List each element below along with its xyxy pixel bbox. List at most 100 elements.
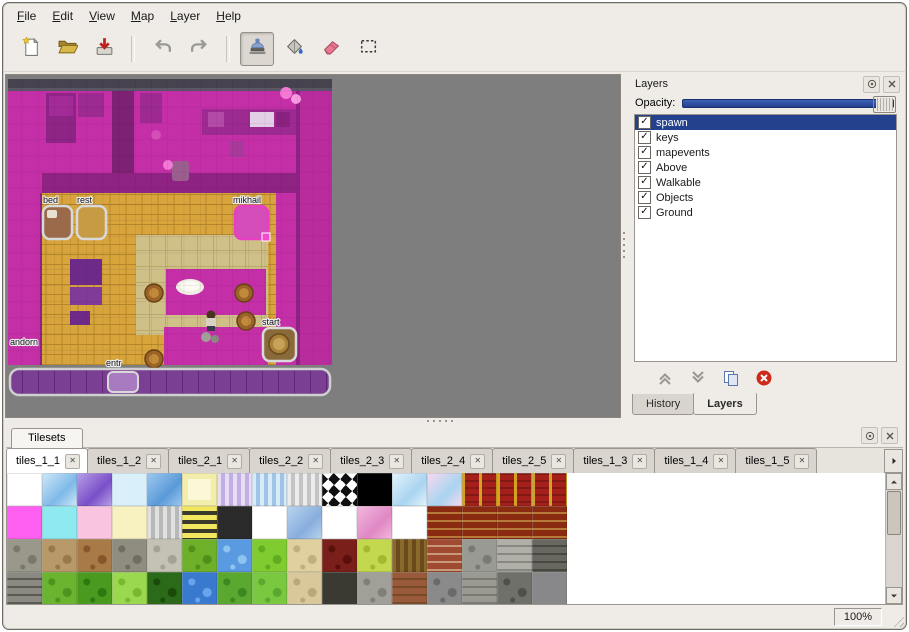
tab-layers[interactable]: Layers xyxy=(693,393,756,415)
map-object-entrance[interactable] xyxy=(108,372,138,392)
close-tab-icon[interactable]: ✕ xyxy=(308,454,323,469)
tile[interactable] xyxy=(532,572,567,604)
close-tab-icon[interactable]: ✕ xyxy=(632,454,647,469)
tile[interactable] xyxy=(392,572,427,604)
tile[interactable] xyxy=(392,473,427,506)
layer-row-mapevents[interactable]: ✓mapevents xyxy=(635,145,896,160)
tile[interactable] xyxy=(252,572,287,604)
map-canvas[interactable]: bed rest mikhail start andorn entr xyxy=(6,75,618,418)
close-tab-icon[interactable]: ✕ xyxy=(146,454,161,469)
tile[interactable] xyxy=(42,572,77,604)
tile[interactable] xyxy=(112,473,147,506)
tile[interactable] xyxy=(217,473,252,506)
tileset-tab-tiles_1_2[interactable]: tiles_1_2✕ xyxy=(87,448,169,473)
scrollbar-track[interactable] xyxy=(886,536,902,587)
lower-layer-button[interactable] xyxy=(688,368,708,388)
opacity-slider[interactable] xyxy=(682,96,896,109)
menu-help[interactable]: Help xyxy=(208,7,249,25)
tile[interactable] xyxy=(497,539,532,572)
tile[interactable] xyxy=(462,506,497,539)
tile[interactable] xyxy=(217,506,252,539)
tile[interactable] xyxy=(322,473,357,506)
vertical-splitter[interactable] xyxy=(621,74,627,418)
tileset-tab-tiles_2_4[interactable]: tiles_2_4✕ xyxy=(411,448,493,473)
layer-visible-checkbox[interactable]: ✓ xyxy=(638,176,651,189)
tile[interactable] xyxy=(42,539,77,572)
tile[interactable] xyxy=(532,473,567,506)
tile[interactable] xyxy=(217,539,252,572)
tileset-tab-tiles_2_5[interactable]: tiles_2_5✕ xyxy=(492,448,574,473)
tile[interactable] xyxy=(357,473,392,506)
tilesets-panel-title-tab[interactable]: Tilesets xyxy=(11,428,83,448)
detach-panel-icon[interactable] xyxy=(861,427,878,444)
layer-row-spawn[interactable]: ✓spawn xyxy=(635,115,896,130)
tile[interactable] xyxy=(462,572,497,604)
tile[interactable] xyxy=(252,506,287,539)
opacity-slider-handle[interactable] xyxy=(873,96,896,113)
layer-row-keys[interactable]: ✓keys xyxy=(635,130,896,145)
tile[interactable] xyxy=(182,506,217,539)
tile[interactable] xyxy=(7,572,42,604)
tile[interactable] xyxy=(287,473,322,506)
tile[interactable] xyxy=(322,572,357,604)
layer-row-above[interactable]: ✓Above xyxy=(635,160,896,175)
tileset-tab-tiles_2_2[interactable]: tiles_2_2✕ xyxy=(249,448,331,473)
tile[interactable] xyxy=(287,506,322,539)
delete-layer-button[interactable] xyxy=(754,368,774,388)
tile[interactable] xyxy=(77,572,112,604)
tile[interactable] xyxy=(392,539,427,572)
tile[interactable] xyxy=(112,539,147,572)
layer-visible-checkbox[interactable]: ✓ xyxy=(638,131,651,144)
map-object-rest[interactable] xyxy=(77,206,106,239)
menu-map[interactable]: Map xyxy=(123,7,162,25)
tile[interactable] xyxy=(42,473,77,506)
selection-handle[interactable] xyxy=(262,233,270,241)
close-tab-icon[interactable]: ✕ xyxy=(65,454,80,469)
tile[interactable] xyxy=(532,506,567,539)
save-button[interactable] xyxy=(87,32,121,66)
stamp-brush-button[interactable] xyxy=(240,32,274,66)
tile[interactable] xyxy=(182,572,217,604)
scroll-down-button[interactable] xyxy=(886,587,902,604)
tile[interactable] xyxy=(7,473,42,506)
tile[interactable] xyxy=(497,473,532,506)
layer-row-ground[interactable]: ✓Ground xyxy=(635,205,896,220)
tileset-tab-tiles_2_3[interactable]: tiles_2_3✕ xyxy=(330,448,412,473)
map-view[interactable]: bed rest mikhail start andorn entr xyxy=(5,74,621,418)
tile[interactable] xyxy=(357,506,392,539)
menu-view[interactable]: View xyxy=(81,7,123,25)
tile[interactable] xyxy=(182,473,217,506)
redo-button[interactable] xyxy=(182,32,216,66)
tileset-tab-tiles_2_1[interactable]: tiles_2_1✕ xyxy=(168,448,250,473)
tile[interactable] xyxy=(427,506,462,539)
tile[interactable] xyxy=(112,506,147,539)
tile[interactable] xyxy=(147,506,182,539)
tile[interactable] xyxy=(462,539,497,572)
tileset-tab-tiles_1_5[interactable]: tiles_1_5✕ xyxy=(735,448,817,473)
tile[interactable] xyxy=(252,473,287,506)
tile[interactable] xyxy=(427,473,462,506)
tile[interactable] xyxy=(532,539,567,572)
tileset-tab-tiles_1_4[interactable]: tiles_1_4✕ xyxy=(654,448,736,473)
eraser-button[interactable] xyxy=(314,32,348,66)
tileset-tab-tiles_1_1[interactable]: tiles_1_1✕ xyxy=(6,448,88,473)
undo-button[interactable] xyxy=(145,32,179,66)
tile[interactable] xyxy=(42,506,77,539)
tile[interactable] xyxy=(147,539,182,572)
tab-history[interactable]: History xyxy=(632,394,694,415)
layer-visible-checkbox[interactable]: ✓ xyxy=(638,161,651,174)
layer-visible-checkbox[interactable]: ✓ xyxy=(638,191,651,204)
layer-visible-checkbox[interactable]: ✓ xyxy=(638,206,651,219)
close-tab-icon[interactable]: ✕ xyxy=(713,454,728,469)
tile[interactable] xyxy=(147,572,182,604)
close-tab-icon[interactable]: ✕ xyxy=(389,454,404,469)
tile[interactable] xyxy=(77,506,112,539)
menu-edit[interactable]: Edit xyxy=(44,7,81,25)
tile[interactable] xyxy=(357,539,392,572)
tile[interactable] xyxy=(7,539,42,572)
rect-select-button[interactable] xyxy=(351,32,385,66)
layer-row-walkable[interactable]: ✓Walkable xyxy=(635,175,896,190)
tile[interactable] xyxy=(287,572,322,604)
close-tab-icon[interactable]: ✕ xyxy=(470,454,485,469)
raise-layer-button[interactable] xyxy=(655,368,675,388)
